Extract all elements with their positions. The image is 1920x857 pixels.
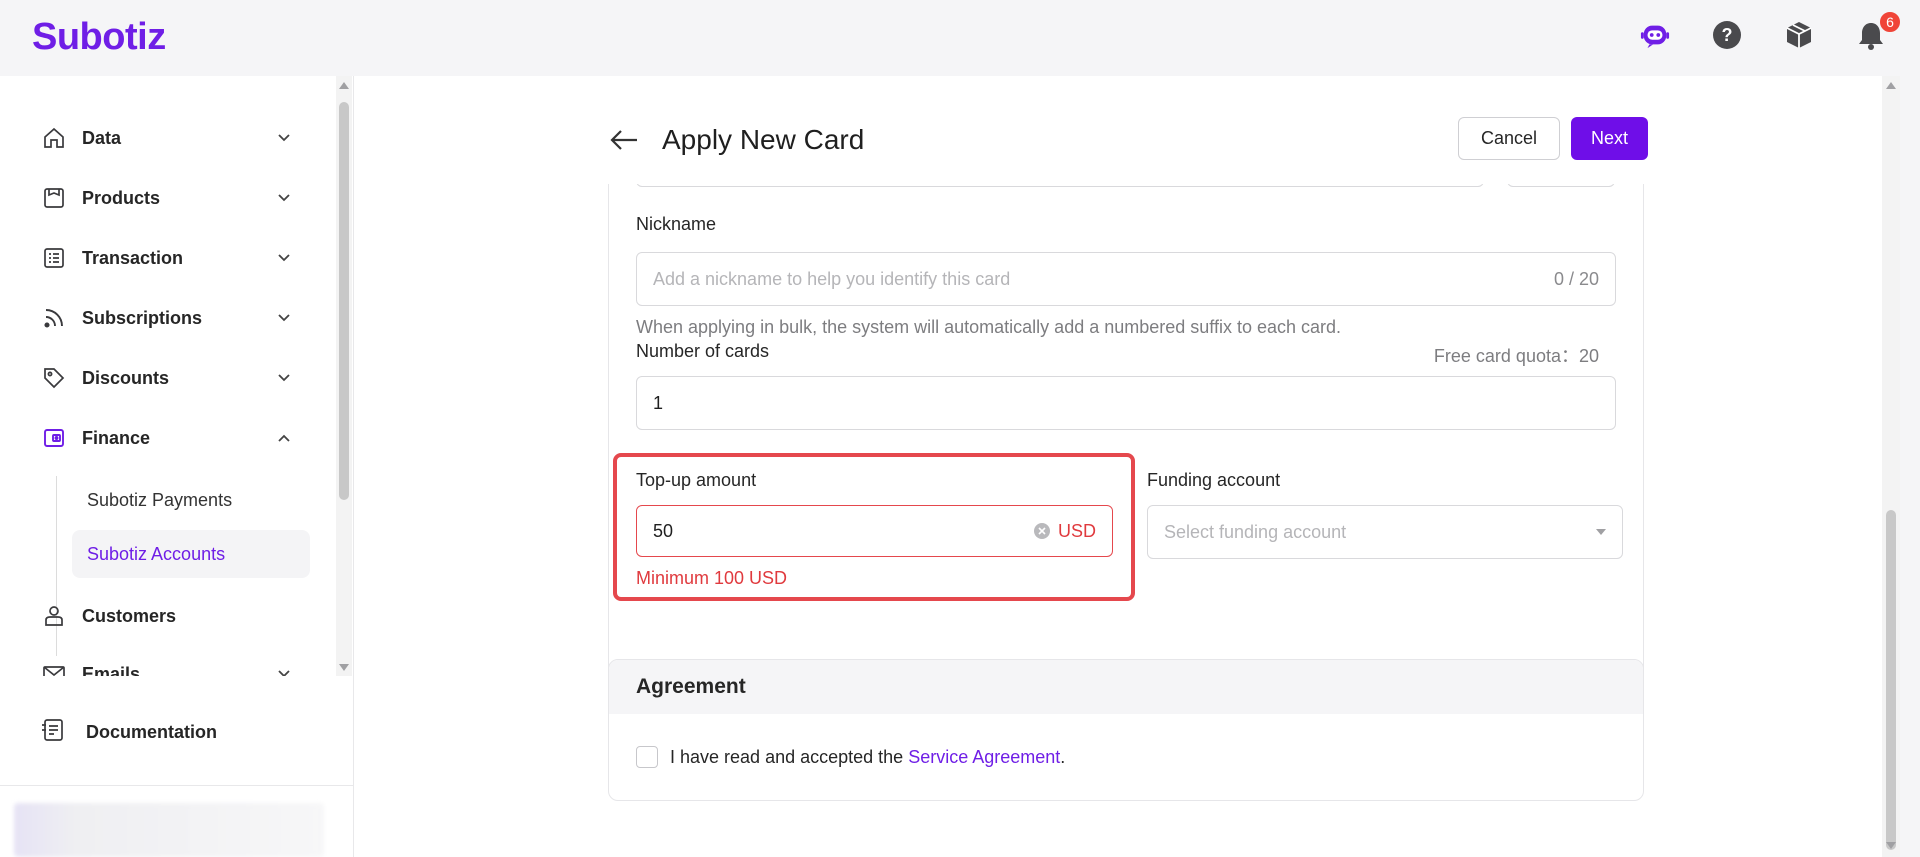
agreement-title: Agreement <box>609 660 1643 714</box>
scroll-down-arrow-icon[interactable] <box>1886 842 1896 849</box>
card-details-section: Nickname Add a nickname to help you iden… <box>608 184 1644 731</box>
home-icon <box>40 124 68 152</box>
nickname-placeholder: Add a nickname to help you identify this… <box>653 268 1011 289</box>
sidebar-item-discounts[interactable]: Discounts <box>40 358 300 398</box>
chevron-up-icon <box>274 428 294 448</box>
wallet-icon <box>40 424 68 452</box>
topup-amount-input[interactable]: 50 USD <box>636 505 1113 557</box>
caret-down-icon <box>1596 529 1606 535</box>
agreement-checkbox[interactable] <box>636 746 658 768</box>
ai-assistant-icon[interactable] <box>1640 20 1670 50</box>
agreement-section: Agreement I have read and accepted the S… <box>608 659 1644 801</box>
scroll-up-arrow-icon[interactable] <box>339 82 349 89</box>
topup-amount-label: Top-up amount <box>636 470 757 490</box>
sidebar-item-documentation[interactable]: Documentation <box>40 712 217 752</box>
sidebar-subitem-subotiz-payments[interactable]: Subotiz Payments <box>72 476 310 524</box>
sidebar-item-label: Discounts <box>82 367 170 388</box>
mail-icon <box>40 660 68 676</box>
sidebar-item-label: Products <box>82 187 161 208</box>
rss-icon <box>40 304 68 332</box>
main-scrollbar[interactable] <box>1882 76 1900 857</box>
next-button[interactable]: Next <box>1570 117 1648 160</box>
agreement-row: I have read and accepted the Service Agr… <box>636 746 1065 768</box>
package-icon[interactable] <box>1784 20 1814 50</box>
funding-account-label: Funding account <box>1147 470 1281 490</box>
nickname-hint: When applying in bulk, the system will a… <box>636 317 1342 337</box>
tag-icon <box>40 364 68 392</box>
sidebar-scrollbar[interactable] <box>336 76 352 676</box>
notification-bell-icon[interactable]: 6 <box>1856 10 1902 50</box>
chevron-down-icon <box>274 128 294 148</box>
number-of-cards-input[interactable]: 1 <box>636 376 1616 430</box>
nickname-char-counter: 0 / 20 <box>1553 268 1599 289</box>
sidebar-subitem-subotiz-accounts[interactable]: Subotiz Accounts <box>72 530 310 578</box>
sidebar-item-label: Subscriptions <box>82 307 203 328</box>
number-of-cards-value: 1 <box>653 392 664 413</box>
clear-input-icon[interactable] <box>1033 523 1050 539</box>
store-icon <box>40 184 68 212</box>
topup-amount-value: 50 <box>653 520 674 541</box>
free-card-quota: Free card quota：20 <box>1433 346 1599 366</box>
funding-account-select[interactable]: Select funding account <box>1147 505 1623 559</box>
svg-text:?: ? <box>1722 25 1733 45</box>
app-logo[interactable]: Subotiz <box>32 16 166 59</box>
sidebar-nav: Data Products Transaction Subscriptions <box>0 76 336 676</box>
partial-input-field[interactable] <box>636 184 1484 187</box>
sidebar-item-products[interactable]: Products <box>40 178 300 218</box>
user-profile-blurred[interactable] <box>14 803 324 857</box>
sidebar-scrollbar-thumb[interactable] <box>339 102 349 500</box>
page-title: Apply New Card <box>662 124 865 155</box>
document-icon <box>40 717 66 748</box>
sidebar: Data Products Transaction Subscriptions <box>0 76 354 857</box>
chevron-down-icon <box>274 248 294 268</box>
sidebar-item-data[interactable]: Data <box>40 118 300 158</box>
top-bar: Subotiz ? 6 <box>0 0 1920 76</box>
sidebar-item-customers[interactable]: Customers <box>40 596 300 636</box>
sidebar-item-subscriptions[interactable]: Subscriptions <box>40 298 300 338</box>
nickname-input[interactable]: Add a nickname to help you identify this… <box>636 252 1616 306</box>
sidebar-item-label: Customers <box>82 605 177 626</box>
sidebar-item-emails[interactable]: Emails <box>40 654 300 676</box>
sidebar-item-label: Data <box>82 127 122 148</box>
nickname-label: Nickname <box>636 214 717 234</box>
number-of-cards-label: Number of cards <box>636 341 770 361</box>
funding-account-placeholder: Select funding account <box>1164 521 1347 542</box>
sidebar-item-label: Finance <box>82 427 151 448</box>
back-arrow-icon[interactable] <box>608 124 640 156</box>
main-scrollbar-thumb[interactable] <box>1886 510 1896 850</box>
partial-input-field[interactable] <box>1507 184 1615 187</box>
sidebar-item-label: Documentation <box>86 721 218 742</box>
chevron-down-icon <box>274 664 294 676</box>
user-icon <box>40 602 68 630</box>
sidebar-item-transaction[interactable]: Transaction <box>40 238 300 278</box>
chevron-down-icon <box>274 368 294 388</box>
service-agreement-link[interactable]: Service Agreement <box>908 747 1060 768</box>
agreement-suffix: . <box>1060 746 1066 767</box>
scroll-up-arrow-icon[interactable] <box>1886 82 1896 89</box>
topup-error-message: Minimum 100 USD <box>636 568 788 588</box>
chevron-down-icon <box>274 308 294 328</box>
help-icon[interactable]: ? <box>1712 20 1742 50</box>
top-icons: ? 6 <box>1640 10 1902 50</box>
main-content: Apply New Card Cancel Next Nickname Add … <box>354 76 1900 857</box>
cancel-button[interactable]: Cancel <box>1457 117 1560 160</box>
currency-suffix: USD <box>1057 520 1096 541</box>
agreement-text: I have read and accepted the <box>670 746 909 767</box>
notification-badge: 6 <box>1878 10 1902 34</box>
form-scroll-area: Nickname Add a nickname to help you iden… <box>354 184 1882 857</box>
list-icon <box>40 244 68 272</box>
scroll-down-arrow-icon[interactable] <box>339 664 349 671</box>
chevron-down-icon <box>274 188 294 208</box>
page-header: Apply New Card Cancel Next <box>608 116 1648 164</box>
sidebar-item-finance[interactable]: Finance <box>40 418 300 458</box>
sidebar-divider <box>0 785 353 786</box>
sidebar-item-label: Emails <box>82 663 141 677</box>
sidebar-item-label: Transaction <box>82 247 184 268</box>
